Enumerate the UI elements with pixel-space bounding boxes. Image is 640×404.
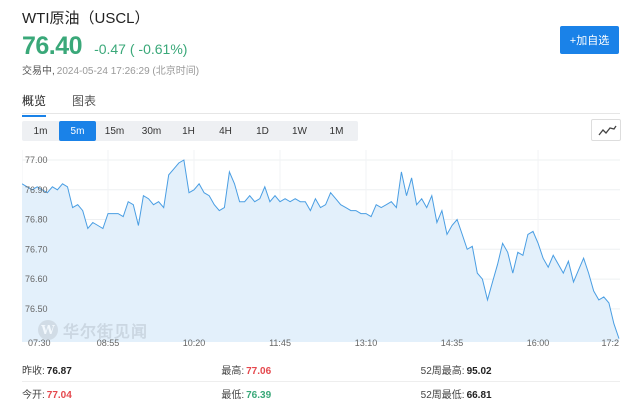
period-15m[interactable]: 15m: [96, 121, 133, 141]
period-1d[interactable]: 1D: [244, 121, 281, 141]
status-label: 交易中,: [22, 66, 55, 77]
trading-status: 交易中, 2024-05-24 17:26:29 (北京时间): [22, 62, 199, 77]
y-axis-label: 76.70: [25, 244, 48, 254]
chart-type-toggle-button[interactable]: [591, 119, 621, 141]
stats-row: 昨收: 76.87 最高: 77.06 52周最高: 95.02: [22, 357, 620, 381]
y-axis-label: 76.60: [25, 274, 48, 284]
period-selector: 1m 5m 15m 30m 1H 4H 1D 1W 1M: [22, 121, 358, 141]
wallstreetcn-logo-icon: W: [38, 320, 58, 340]
stat-low: 最低: 76.39: [221, 390, 272, 401]
price-change: -0.47 ( -0.61%): [94, 41, 188, 57]
period-5m[interactable]: 5m: [59, 121, 96, 141]
line-chart-icon: [598, 125, 617, 136]
stat-52w-low: 52周最低: 66.81: [420, 390, 492, 401]
x-axis-label: 10:20: [183, 338, 206, 348]
price-row: 76.40 -0.47 ( -0.61%): [22, 32, 187, 61]
x-axis-label: 13:10: [355, 338, 378, 348]
y-axis-label: 77.00: [25, 155, 48, 165]
stats-row: 今开: 77.04 最低: 76.39 52周最低: 66.81: [22, 381, 620, 404]
instrument-title: WTI原油（USCL）: [22, 10, 150, 27]
watermark: W 华尔街见闻: [38, 318, 148, 342]
x-axis-label: 11:45: [269, 338, 291, 348]
stat-prev-close: 昨收: 76.87: [22, 365, 72, 377]
period-1m[interactable]: 1m: [22, 121, 59, 141]
watermark-text: 华尔街见闻: [63, 324, 149, 341]
x-axis-label: 14:35: [441, 338, 464, 348]
last-price: 76.40: [22, 32, 83, 60]
stat-high: 最高: 77.06: [221, 365, 272, 377]
stat-open: 今开: 77.04: [22, 390, 72, 401]
period-1h[interactable]: 1H: [170, 121, 207, 141]
y-axis-label: 76.50: [25, 304, 48, 314]
period-1mo[interactable]: 1M: [318, 121, 355, 141]
stats-panel: 昨收: 76.87 最高: 77.06 52周最高: 95.02 今开: 77.04 最…: [22, 357, 620, 404]
add-to-watchlist-button[interactable]: +加自选: [560, 26, 619, 54]
x-axis-label: 17:2: [601, 338, 619, 348]
x-axis-label: 16:00: [527, 338, 550, 348]
period-1w[interactable]: 1W: [281, 121, 318, 141]
y-axis-label: 76.90: [25, 185, 48, 195]
timestamp: 2024-05-24 17:26:29 (北京时间): [56, 66, 200, 77]
y-axis-label: 76.80: [25, 215, 48, 225]
period-30m[interactable]: 30m: [133, 121, 170, 141]
tab-divider: [22, 113, 620, 114]
stat-52w-high: 52周最高: 95.02: [420, 365, 492, 377]
price-area: [22, 160, 619, 342]
period-4h[interactable]: 4H: [207, 121, 244, 141]
